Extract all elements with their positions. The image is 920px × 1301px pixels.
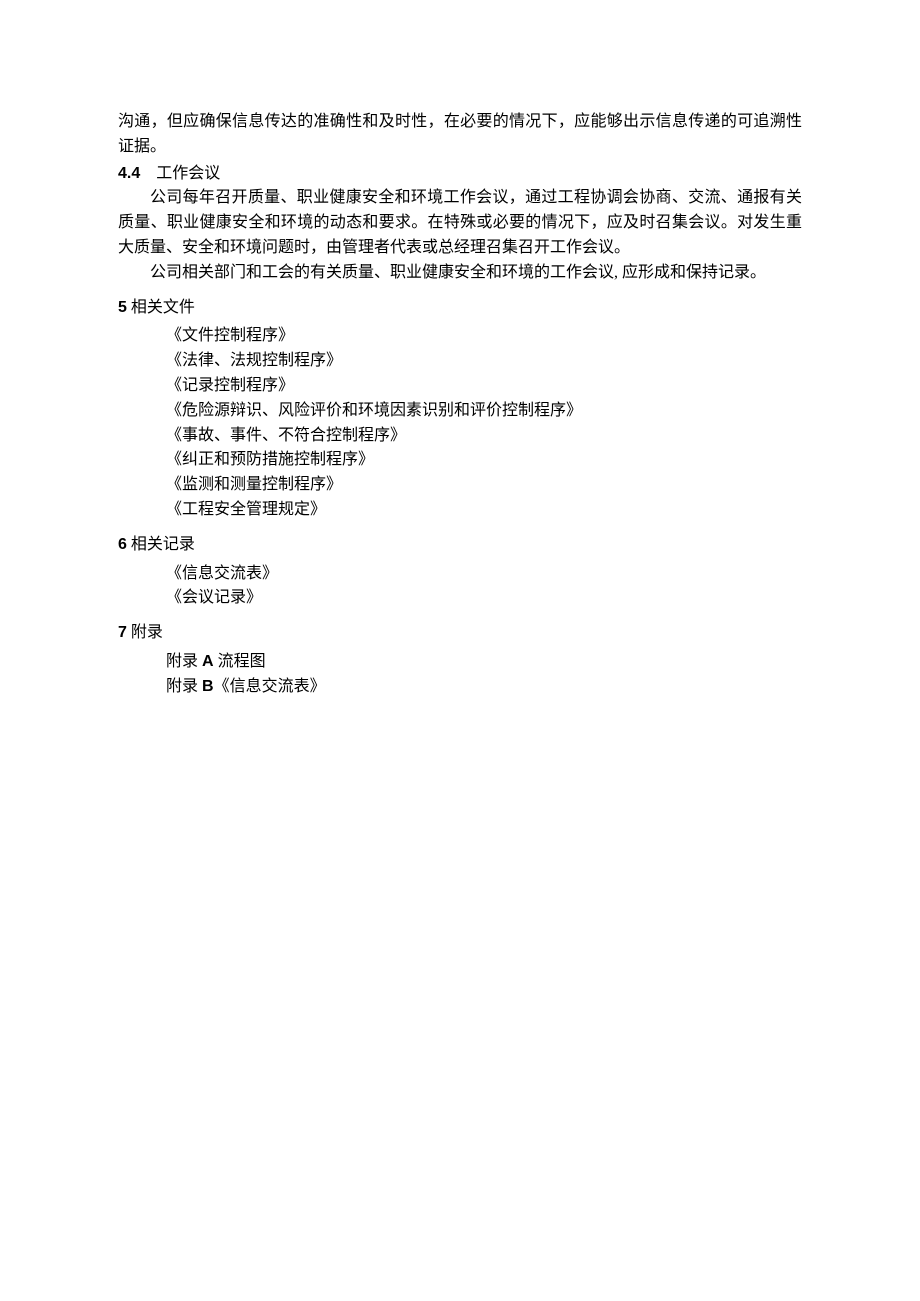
list-item: 《监测和测量控制程序》 [118, 473, 802, 498]
heading-title: 相关文件 [127, 299, 195, 316]
list-item: 《信息交流表》 [118, 562, 802, 587]
list-item: 附录 A 流程图 [118, 650, 802, 675]
appendix-letter: A [202, 653, 214, 670]
list-item: 《法律、法规控制程序》 [118, 349, 802, 374]
appendix-letter: B [202, 678, 214, 695]
appendix-prefix: 附录 [166, 678, 202, 695]
heading-title: 工作会议 [156, 165, 220, 182]
heading-7: 7 附录 [118, 621, 802, 646]
list-item: 《文件控制程序》 [118, 324, 802, 349]
list-item: 《危险源辩识、风险评价和环境因素识别和评价控制程序》 [118, 399, 802, 424]
list-item: 《事故、事件、不符合控制程序》 [118, 424, 802, 449]
list-related-records: 《信息交流表》 《会议记录》 [118, 562, 802, 612]
paragraph-4-4-1: 公司每年召开质量、职业健康安全和环境工作会议，通过工程协调会协商、交流、通报有关… [118, 186, 802, 260]
heading-6: 6 相关记录 [118, 533, 802, 558]
heading-number: 6 [118, 536, 127, 553]
heading-5: 5 相关文件 [118, 296, 802, 321]
heading-number: 5 [118, 299, 127, 316]
paragraph-continuation: 沟通，但应确保信息传达的准确性和及时性，在必要的情况下，应能够出示信息传递的可追… [118, 110, 802, 160]
heading-number: 7 [118, 624, 127, 641]
appendix-suffix: 《信息交流表》 [214, 678, 326, 695]
paragraph-4-4-2: 公司相关部门和工会的有关质量、职业健康安全和环境的工作会议, 应形成和保持记录。 [118, 261, 802, 286]
appendix-suffix: 流程图 [214, 653, 266, 670]
heading-title: 附录 [127, 624, 163, 641]
list-item: 附录 B《信息交流表》 [118, 675, 802, 700]
heading-title: 相关记录 [127, 536, 195, 553]
list-item: 《会议记录》 [118, 586, 802, 611]
list-item: 《工程安全管理规定》 [118, 498, 802, 523]
list-appendix: 附录 A 流程图 附录 B《信息交流表》 [118, 650, 802, 700]
list-item: 《纠正和预防措施控制程序》 [118, 448, 802, 473]
list-item: 《记录控制程序》 [118, 374, 802, 399]
document-page: 沟通，但应确保信息传达的准确性和及时性，在必要的情况下，应能够出示信息传递的可追… [0, 0, 920, 1301]
appendix-prefix: 附录 [166, 653, 202, 670]
heading-4-4: 4.4 工作会议 [118, 162, 802, 187]
list-related-documents: 《文件控制程序》 《法律、法规控制程序》 《记录控制程序》 《危险源辩识、风险评… [118, 324, 802, 522]
heading-number: 4.4 [118, 165, 140, 182]
